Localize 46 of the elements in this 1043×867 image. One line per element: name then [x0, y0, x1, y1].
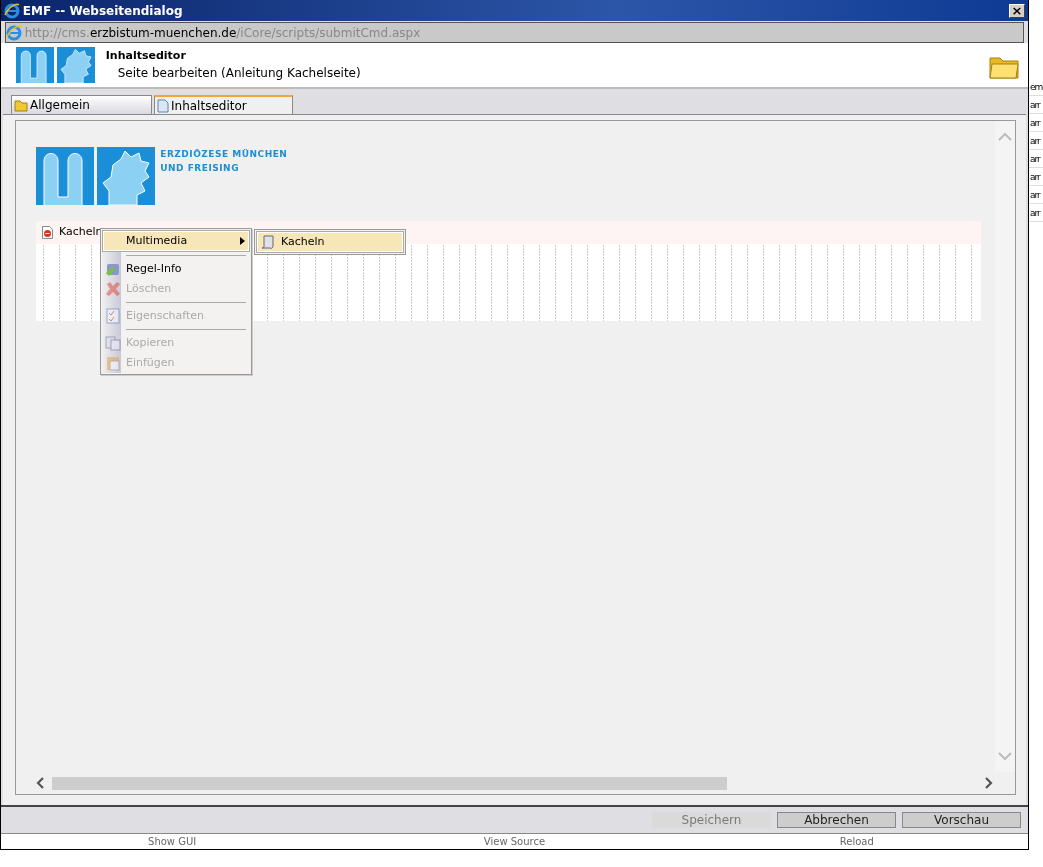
- dialog-button[interactable]: Vorschau: [902, 812, 1021, 828]
- footer-link[interactable]: View Source: [343, 834, 686, 849]
- menu-item[interactable]: Regel-Info: [102, 259, 250, 279]
- background-text: arr: [1029, 186, 1043, 204]
- towers-logo-icon: [16, 47, 54, 83]
- copy-icon: [105, 335, 121, 351]
- document-icon: [157, 98, 169, 113]
- header-title: Inhaltseditor: [105, 47, 187, 64]
- delete-icon: [105, 281, 121, 297]
- header-subtitle: Seite bearbeiten (Anleitung Kachelseite): [116, 65, 362, 83]
- paste-icon: [105, 355, 121, 371]
- checklist-icon: [105, 308, 121, 324]
- scroll-icon: [260, 234, 276, 250]
- database-pencil-icon: [105, 261, 121, 277]
- tab[interactable]: Inhaltseditor: [154, 95, 293, 114]
- background-text: arr: [1029, 150, 1043, 168]
- submenu-arrow-icon: [240, 237, 245, 245]
- scroll-right-icon[interactable]: [985, 777, 993, 789]
- background-text: em: [1029, 78, 1043, 96]
- background-text: arr: [1029, 96, 1043, 114]
- background-text: arr: [1029, 168, 1043, 186]
- menu-item[interactable]: Multimedia: [102, 230, 250, 252]
- towers-logo-icon: [36, 147, 94, 205]
- close-button[interactable]: ×: [1009, 3, 1025, 18]
- crowned-head-logo-icon: [56, 47, 95, 83]
- scroll-down-icon[interactable]: [998, 752, 1012, 760]
- scroll-up-icon[interactable]: [998, 133, 1012, 141]
- menu-item[interactable]: Kacheln: [256, 231, 404, 253]
- scrollbar-thumb[interactable]: [52, 776, 728, 790]
- background-text: arr: [1029, 132, 1043, 150]
- folder-icon: [14, 98, 28, 112]
- scroll-left-icon[interactable]: [36, 777, 44, 789]
- brand-text: UND FREISING: [160, 162, 241, 175]
- background-text: arr: [1029, 204, 1043, 222]
- crowned-head-logo-icon: [96, 147, 155, 205]
- footer-link[interactable]: Reload: [685, 834, 1028, 849]
- background-text: arr: [1029, 114, 1043, 132]
- window-title: EMF -- Webseitendialog: [22, 2, 184, 20]
- dialog-button[interactable]: Abbrechen: [777, 812, 896, 828]
- browser-icon: [6, 24, 22, 41]
- stop-document-icon: [42, 226, 53, 239]
- footer-link[interactable]: Show GUI: [1, 834, 344, 849]
- browser-icon: [4, 2, 20, 19]
- tab[interactable]: Allgemein: [11, 95, 152, 114]
- address-url: http://cms.erzbistum-muenchen.de/iCore/scripts/submitCmd.aspx: [24, 24, 421, 42]
- brand-text: ERZDIÖZESE MÜNCHEN: [160, 148, 288, 161]
